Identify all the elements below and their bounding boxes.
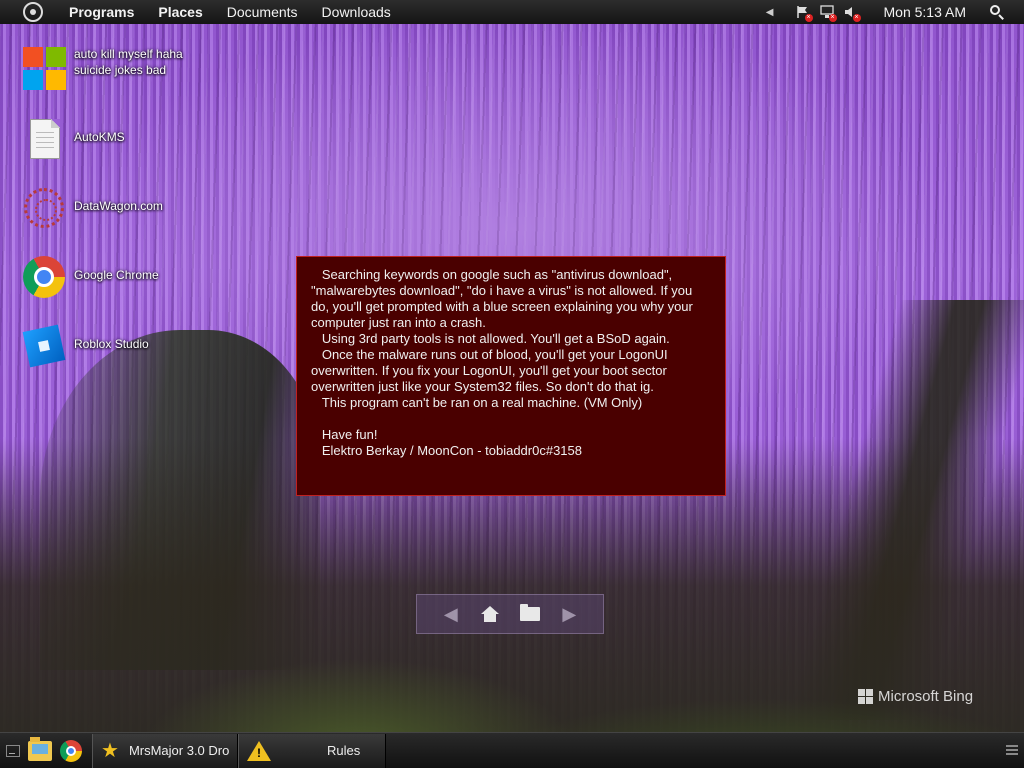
- back-arrow-icon[interactable]: ◀: [440, 603, 462, 625]
- desktop-icon-label: DataWagon.com: [74, 199, 163, 213]
- watermark-text: Microsoft Bing: [878, 688, 974, 705]
- warning-message-text: Searching keywords on google such as "an…: [311, 267, 693, 458]
- desktop-icon-label: auto kill myself haha suicide jokes bad: [74, 47, 183, 77]
- desktop-icon-chrome[interactable]: Google Chrome: [22, 255, 192, 299]
- taskbar-item-mrsmajor[interactable]: ★ MrsMajor 3.0 Dro...: [92, 733, 238, 768]
- volume-muted-icon[interactable]: ×: [844, 5, 861, 22]
- chrome-taskbar-icon[interactable]: [60, 739, 82, 762]
- taskbar: ★ MrsMajor 3.0 Dro... ! Rules: [0, 732, 1024, 768]
- file-explorer-icon[interactable]: [28, 736, 52, 761]
- taskbar-menu-icon[interactable]: [1006, 745, 1018, 757]
- forward-arrow-icon[interactable]: ▶: [558, 603, 580, 625]
- action-center-flag-icon[interactable]: ×: [796, 5, 813, 22]
- desktop-icon-autokms[interactable]: AutoKMS: [22, 117, 192, 161]
- web-shortcut-icon: [22, 186, 66, 230]
- menu-downloads[interactable]: Downloads: [322, 4, 391, 20]
- menu-places[interactable]: Places: [158, 4, 202, 20]
- search-icon[interactable]: [990, 5, 1004, 20]
- chrome-icon: [22, 255, 66, 299]
- windows-logo-icon: [22, 46, 66, 90]
- home-icon[interactable]: [479, 603, 501, 625]
- microsoft-logo-icon: [858, 689, 873, 704]
- menu-programs[interactable]: Programs: [69, 4, 134, 20]
- roblox-studio-icon: [22, 324, 66, 368]
- main-menu-icon[interactable]: [23, 2, 43, 22]
- desktop-icon-datawagon[interactable]: DataWagon.com: [22, 186, 192, 230]
- desktop-icon-label: AutoKMS: [74, 130, 125, 144]
- desktop-icon-joke[interactable]: auto kill myself haha suicide jokes bad: [22, 46, 192, 90]
- show-desktop-icon[interactable]: [6, 744, 20, 757]
- desktop-icon-roblox-studio[interactable]: Roblox Studio: [22, 324, 192, 368]
- text-document-icon: [22, 117, 66, 161]
- desktop-icon-label: Roblox Studio: [74, 337, 149, 351]
- taskbar-item-label: Rules: [327, 743, 361, 758]
- top-panel: Programs Places Documents Downloads ◀ × …: [0, 0, 1024, 24]
- tray-expand-icon[interactable]: ◀: [766, 7, 774, 18]
- network-icon[interactable]: ×: [819, 5, 837, 22]
- warning-icon: !: [247, 740, 271, 761]
- dock-bar: ◀ ▶: [416, 594, 604, 634]
- taskbar-item-label: MrsMajor 3.0 Dro...: [128, 743, 229, 758]
- taskbar-item-rules[interactable]: ! Rules: [238, 733, 386, 768]
- menu-documents[interactable]: Documents: [227, 4, 298, 20]
- warning-message-window: Searching keywords on google such as "an…: [296, 256, 726, 496]
- desktop-icon-label: Google Chrome: [74, 268, 159, 282]
- star-icon: ★: [101, 740, 119, 762]
- clock[interactable]: Mon 5:13 AM: [884, 4, 967, 20]
- bing-watermark: Microsoft Bing: [858, 688, 973, 705]
- folder-icon[interactable]: [519, 603, 541, 625]
